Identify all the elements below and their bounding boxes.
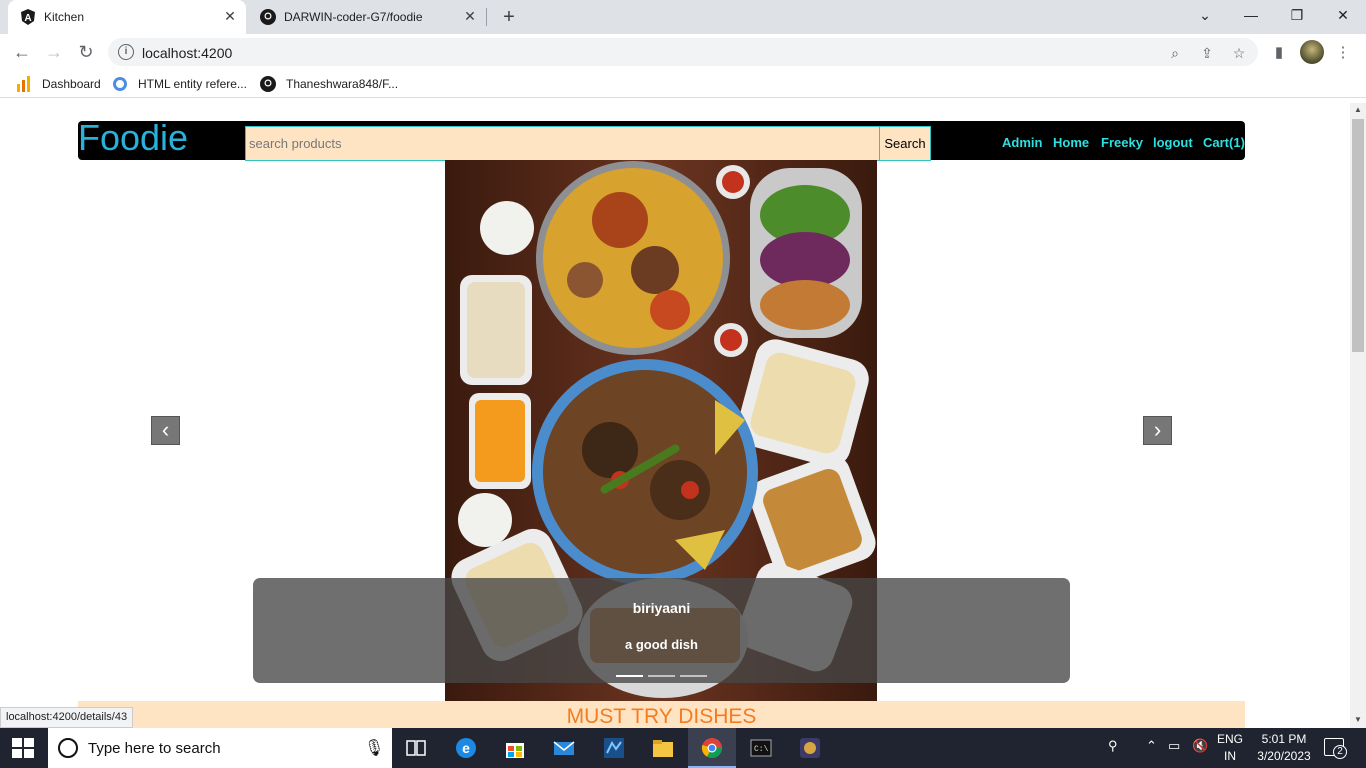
cloud-icon xyxy=(113,77,127,91)
volume-muted-icon[interactable]: 🔇 xyxy=(1192,738,1208,754)
tab-github[interactable]: DARWIN-coder-G7/foodie ✕ xyxy=(248,0,486,34)
clock-date: 3/20/2023 xyxy=(1257,749,1311,763)
caption-description: a good dish xyxy=(625,637,698,652)
link-status-bubble: localhost:4200/details/43 xyxy=(0,707,134,728)
show-hidden-icons[interactable]: ⌃ xyxy=(1146,738,1157,754)
svg-text:C:\: C:\ xyxy=(754,745,769,754)
tab-separator xyxy=(486,8,487,26)
system-clock[interactable]: 5:01 PM 3/20/2023 xyxy=(1256,731,1312,765)
language-code: ENG xyxy=(1216,732,1243,746)
carousel-prev-button[interactable]: ‹ xyxy=(151,416,180,445)
tab-title: Kitchen xyxy=(44,10,85,24)
new-tab-button[interactable]: + xyxy=(498,6,520,28)
language-indicator[interactable]: ENG IN xyxy=(1216,731,1244,765)
chrome-icon[interactable] xyxy=(688,728,736,768)
site-info-icon[interactable]: i xyxy=(118,44,134,60)
bookmark-dashboard[interactable]: Dashboard xyxy=(16,76,101,92)
nav-logout[interactable]: logout xyxy=(1153,135,1193,150)
menu-icon[interactable]: ⋮ xyxy=(1332,42,1354,64)
windows-taskbar: Type here to search 🎙 e C:\ ⚲ ⌃ ▭ 🔇 ENG … xyxy=(0,728,1366,768)
nav-freeky[interactable]: Freeky xyxy=(1101,135,1143,150)
svg-text:A: A xyxy=(24,13,31,24)
bookmark-star-icon[interactable]: ☆ xyxy=(1230,44,1248,62)
close-tab-icon[interactable]: ✕ xyxy=(462,8,478,24)
tab-strip: A Kitchen ✕ DARWIN-coder-G7/foodie ✕ + ⌄… xyxy=(0,0,1366,34)
clock-time: 5:01 PM xyxy=(1261,732,1307,746)
matlab-icon[interactable] xyxy=(590,728,638,768)
github-icon xyxy=(260,9,276,25)
tab-kitchen[interactable]: A Kitchen ✕ xyxy=(8,0,246,34)
mail-icon[interactable] xyxy=(540,728,588,768)
github-icon xyxy=(260,76,276,92)
region-code: IN xyxy=(1224,749,1236,763)
carousel-next-button[interactable]: › xyxy=(1143,416,1172,445)
carousel-caption: biriyaani a good dish xyxy=(253,578,1070,683)
bookmark-label: Dashboard xyxy=(42,77,101,91)
notification-count: 2 xyxy=(1333,745,1347,759)
share-icon[interactable]: ⇪ xyxy=(1198,44,1216,62)
tab-search-icon[interactable]: ⌄ xyxy=(1182,0,1228,30)
zoom-icon[interactable]: ⌕ xyxy=(1166,44,1184,62)
back-icon[interactable]: ← xyxy=(10,40,34,64)
address-bar[interactable]: i localhost:4200 ⌕ ⇪ ☆ xyxy=(108,38,1258,66)
restore-button[interactable]: ❐ xyxy=(1274,0,1320,30)
task-view-icon[interactable] xyxy=(392,728,440,768)
bookmark-label: Thaneshwara848/F... xyxy=(286,77,399,91)
svg-text:e: e xyxy=(462,740,470,756)
bookmark-html-entity[interactable]: HTML entity refere... xyxy=(112,76,247,92)
bookmark-label: HTML entity refere... xyxy=(138,77,247,91)
side-panel-icon[interactable]: ▮ xyxy=(1268,42,1290,64)
edge-icon[interactable]: e xyxy=(442,728,490,768)
file-explorer-icon[interactable] xyxy=(639,728,687,768)
scroll-up-icon[interactable]: ▲ xyxy=(1353,105,1363,114)
section-title: MUST TRY DISHES xyxy=(566,705,757,728)
carousel-indicator[interactable] xyxy=(648,675,675,677)
carousel-indicator[interactable] xyxy=(680,675,707,677)
store-icon[interactable] xyxy=(491,728,539,768)
search-button[interactable]: Search xyxy=(879,126,931,161)
microphone-icon[interactable]: 🎙 xyxy=(364,738,384,758)
address-url[interactable]: localhost:4200 xyxy=(142,45,232,61)
close-window-button[interactable]: ✕ xyxy=(1320,0,1366,30)
nav-admin[interactable]: Admin xyxy=(1002,135,1042,150)
network-icon[interactable]: ▭ xyxy=(1168,738,1180,754)
site-navbar: Foodie search products Search Admin Home… xyxy=(78,117,1245,161)
cortana-icon xyxy=(58,738,78,758)
bookmarks-bar: Dashboard HTML entity refere... Thaneshw… xyxy=(0,70,1366,98)
forward-icon[interactable]: → xyxy=(42,40,66,64)
search-input[interactable]: search products xyxy=(245,126,880,161)
profile-avatar[interactable] xyxy=(1300,40,1324,64)
carousel-indicator[interactable] xyxy=(616,675,643,677)
game-icon[interactable] xyxy=(786,728,834,768)
close-tab-icon[interactable]: ✕ xyxy=(222,8,238,24)
people-icon[interactable]: ⚲ xyxy=(1108,738,1118,754)
tab-title: DARWIN-coder-G7/foodie xyxy=(284,10,423,24)
browser-toolbar: ← → ↻ i localhost:4200 ⌕ ⇪ ☆ ▮ ⋮ xyxy=(0,34,1366,70)
scroll-down-icon[interactable]: ▼ xyxy=(1353,715,1363,724)
nav-home[interactable]: Home xyxy=(1053,135,1089,150)
nav-cart[interactable]: Cart(1) xyxy=(1203,135,1245,150)
section-header: MUST TRY DISHES xyxy=(78,701,1245,728)
brand-logo[interactable]: Foodie xyxy=(78,117,188,159)
notifications-icon[interactable]: 2 xyxy=(1324,738,1347,759)
terminal-icon[interactable]: C:\ xyxy=(737,728,785,768)
angular-icon: A xyxy=(21,9,35,25)
analytics-icon xyxy=(17,76,30,92)
caption-title: biriyaani xyxy=(632,600,691,616)
scroll-thumb[interactable] xyxy=(1352,119,1364,352)
bookmark-github[interactable]: Thaneshwara848/F... xyxy=(260,76,398,92)
page-scrollbar[interactable]: ▲ ▼ xyxy=(1350,103,1366,728)
taskbar-search-placeholder: Type here to search xyxy=(88,740,221,757)
taskbar-search[interactable]: Type here to search 🎙 xyxy=(48,728,392,768)
page-viewport: Foodie search products Search Admin Home… xyxy=(0,103,1350,728)
windows-start-icon[interactable] xyxy=(12,738,34,758)
minimize-button[interactable]: — xyxy=(1228,0,1274,30)
reload-icon[interactable]: ↻ xyxy=(74,40,98,64)
